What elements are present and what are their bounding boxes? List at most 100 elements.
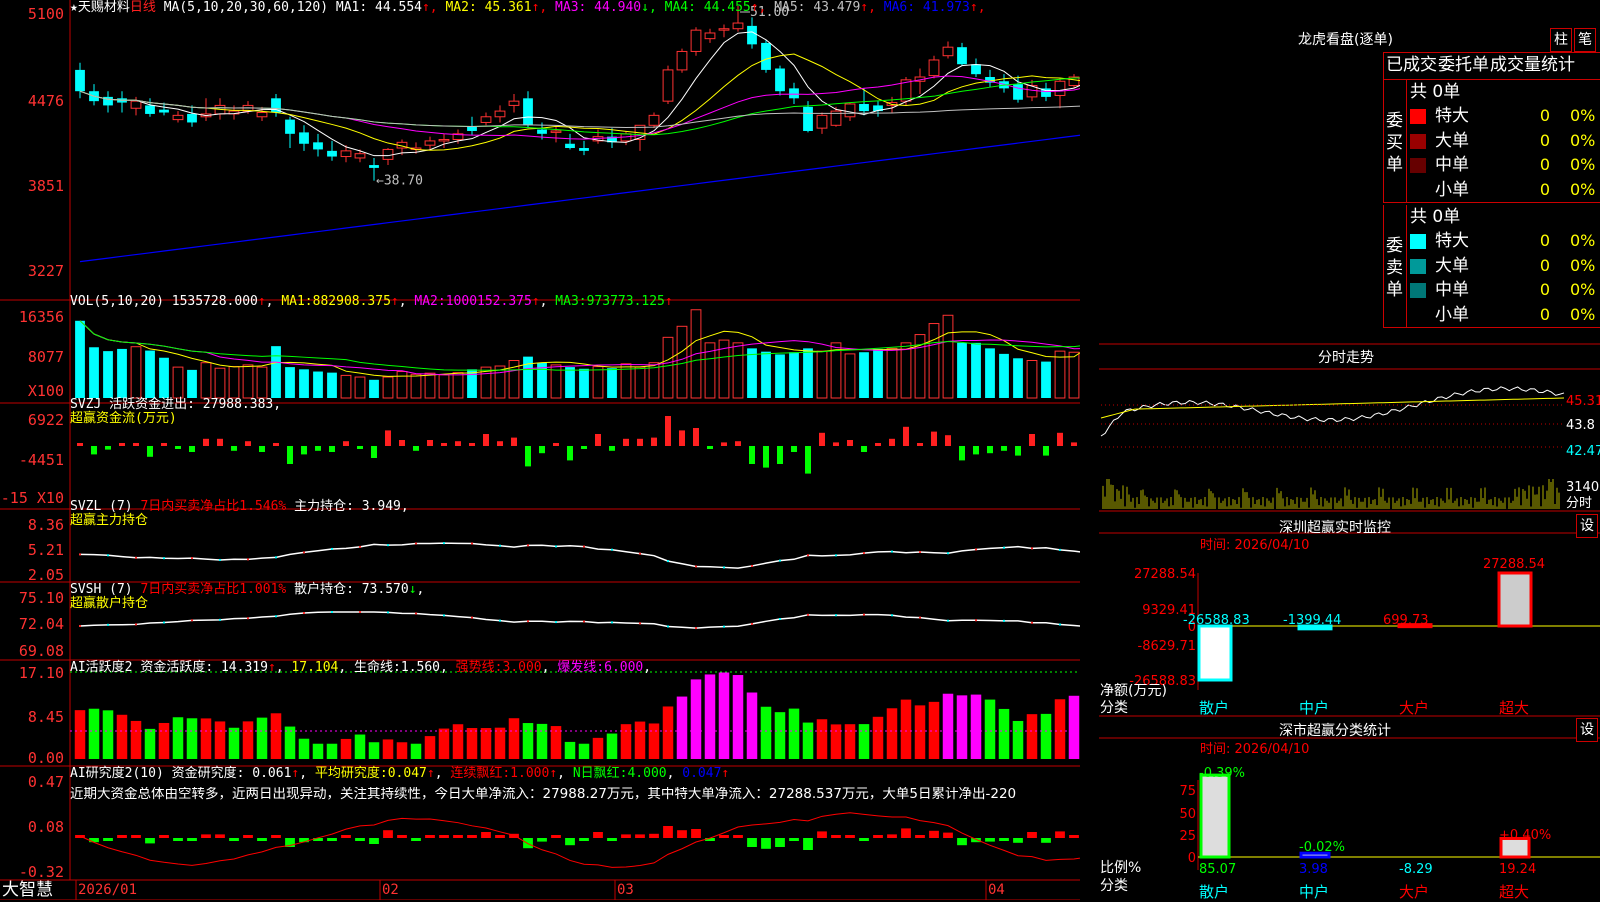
fund-flow-bar [315,446,321,451]
buy-orders-row-count: 0 [1539,179,1550,199]
sz-class-settings-button[interactable]: 设 [1576,718,1598,742]
fund-flow-bar [329,446,335,452]
activity-bar [354,734,366,759]
price-tick: 5100 [27,5,64,23]
volume-bar [579,368,589,398]
column-view-button[interactable]: 柱 [1550,28,1572,52]
volume-bar [803,348,813,398]
main-hold-line-dot [807,554,809,557]
sell-orders-row-count: 0 [1539,280,1550,299]
main-hold-line-dot [303,551,305,554]
volume-bar [1026,359,1038,399]
activity-bar [606,733,618,759]
research-bar [257,838,267,841]
activity-bar [494,727,506,759]
activity-bar [1068,695,1080,759]
activity-bar [522,723,534,759]
retail-hold-line-dot [583,620,585,623]
candle-body [508,100,520,106]
sz-class-title: 深市超赢分类统计 [1279,723,1391,739]
activity-bar [74,710,86,759]
research-bar [397,835,407,838]
candle-body [299,132,309,144]
retail-hold-line-dot [611,621,613,624]
main-hold-line-dot [79,553,81,556]
research-bar [677,830,687,838]
sell-orders-total: 共 0单 [1410,207,1461,227]
research-bar [607,838,617,841]
volume-bar [971,342,981,398]
research-bar [845,835,855,838]
main-hold-line-dot [443,542,445,545]
ma-line [79,31,1080,157]
retail-hold-line-dot [555,621,557,624]
research-bar [271,835,281,838]
fund-flow-bar [1015,446,1021,456]
tab-volume-stats[interactable]: 成交量统计 [1490,55,1575,75]
retail-hold-line-dot [387,611,389,614]
fund-flow-bar [525,446,531,467]
sz-monitor-settings-button[interactable]: 设 [1576,514,1598,538]
volume-bar [159,357,169,398]
fund-flow-bar [875,443,881,446]
candle-body [816,114,828,129]
brand-logo: 大智慧 [2,880,53,900]
research-bar [971,838,981,843]
volume-bar [957,342,967,398]
candle-body [285,119,295,134]
svzj-tick: -15 X10 [0,489,64,507]
main-hold-line-dot [723,566,725,569]
buy-orders-side-label: 委买单 [1386,111,1403,175]
activity-bar [1040,713,1052,759]
fund-flow-bar [147,446,153,457]
volume-bar [789,352,799,398]
volume-bar [327,372,337,398]
research-bar [131,835,141,838]
research-bar [873,835,883,838]
size-swatch [1410,133,1426,149]
research-bar [355,838,365,841]
svsh-title: SVSH (7) [70,582,133,597]
main-hold-line-dot [359,545,361,548]
fund-flow-bar [175,446,181,449]
retail-hold-line-dot [247,617,249,620]
buy-orders-row-name: 小单 [1435,179,1469,200]
sz-class-value-label: 19.24 [1499,862,1537,877]
tab-orders[interactable]: 委托单 [1438,55,1489,75]
research-bar [831,835,841,838]
sz-class-y-label: 25 [1179,829,1196,844]
intraday-avg-line [1100,397,1565,419]
volume-bar [1013,358,1023,398]
kline-chart-area[interactable]: 51.00←38.70 [0,0,1080,900]
sz-class-category: 超大 [1499,883,1530,901]
candle-body [859,103,869,112]
ai-research-label: 资金研究度: [171,766,245,781]
ai-research-consec: 连续飘红:1.000 [450,766,550,781]
fund-flow-bar [819,432,825,446]
price-tick: 3851 [27,177,64,195]
research-bar [859,838,869,841]
period-label[interactable]: 日线 [130,0,156,15]
research-bar [929,830,939,838]
candle-body [494,110,506,118]
volume-bar [942,314,954,399]
sz-monitor-x-title: 分类 [1100,700,1128,716]
activity-bar [382,739,394,759]
fund-flow-bar [413,446,419,451]
ma-label: MA(5,10,20,30,60,120) [163,0,329,15]
activity-bar [970,694,982,759]
fund-flow-bar [707,446,713,449]
sell-orders-side-label: 委卖单 [1386,236,1403,300]
ma-value-ma1: MA1: 44.554 [335,0,422,15]
buy-orders-row-count: 0 [1539,106,1550,125]
fund-flow-bar [595,434,601,446]
research-bar [1069,835,1079,838]
fund-flow-bar [679,430,685,446]
intraday-price-label: 45.31 [1566,394,1600,409]
research-bar [341,835,351,838]
lhb-title: 龙虎看盘(逐单) [1298,32,1393,48]
tab-filled[interactable]: 已成交 [1386,55,1437,75]
volume-bar [844,353,856,399]
tick-view-button[interactable]: 笔 [1574,28,1596,52]
activity-bar [130,720,142,759]
